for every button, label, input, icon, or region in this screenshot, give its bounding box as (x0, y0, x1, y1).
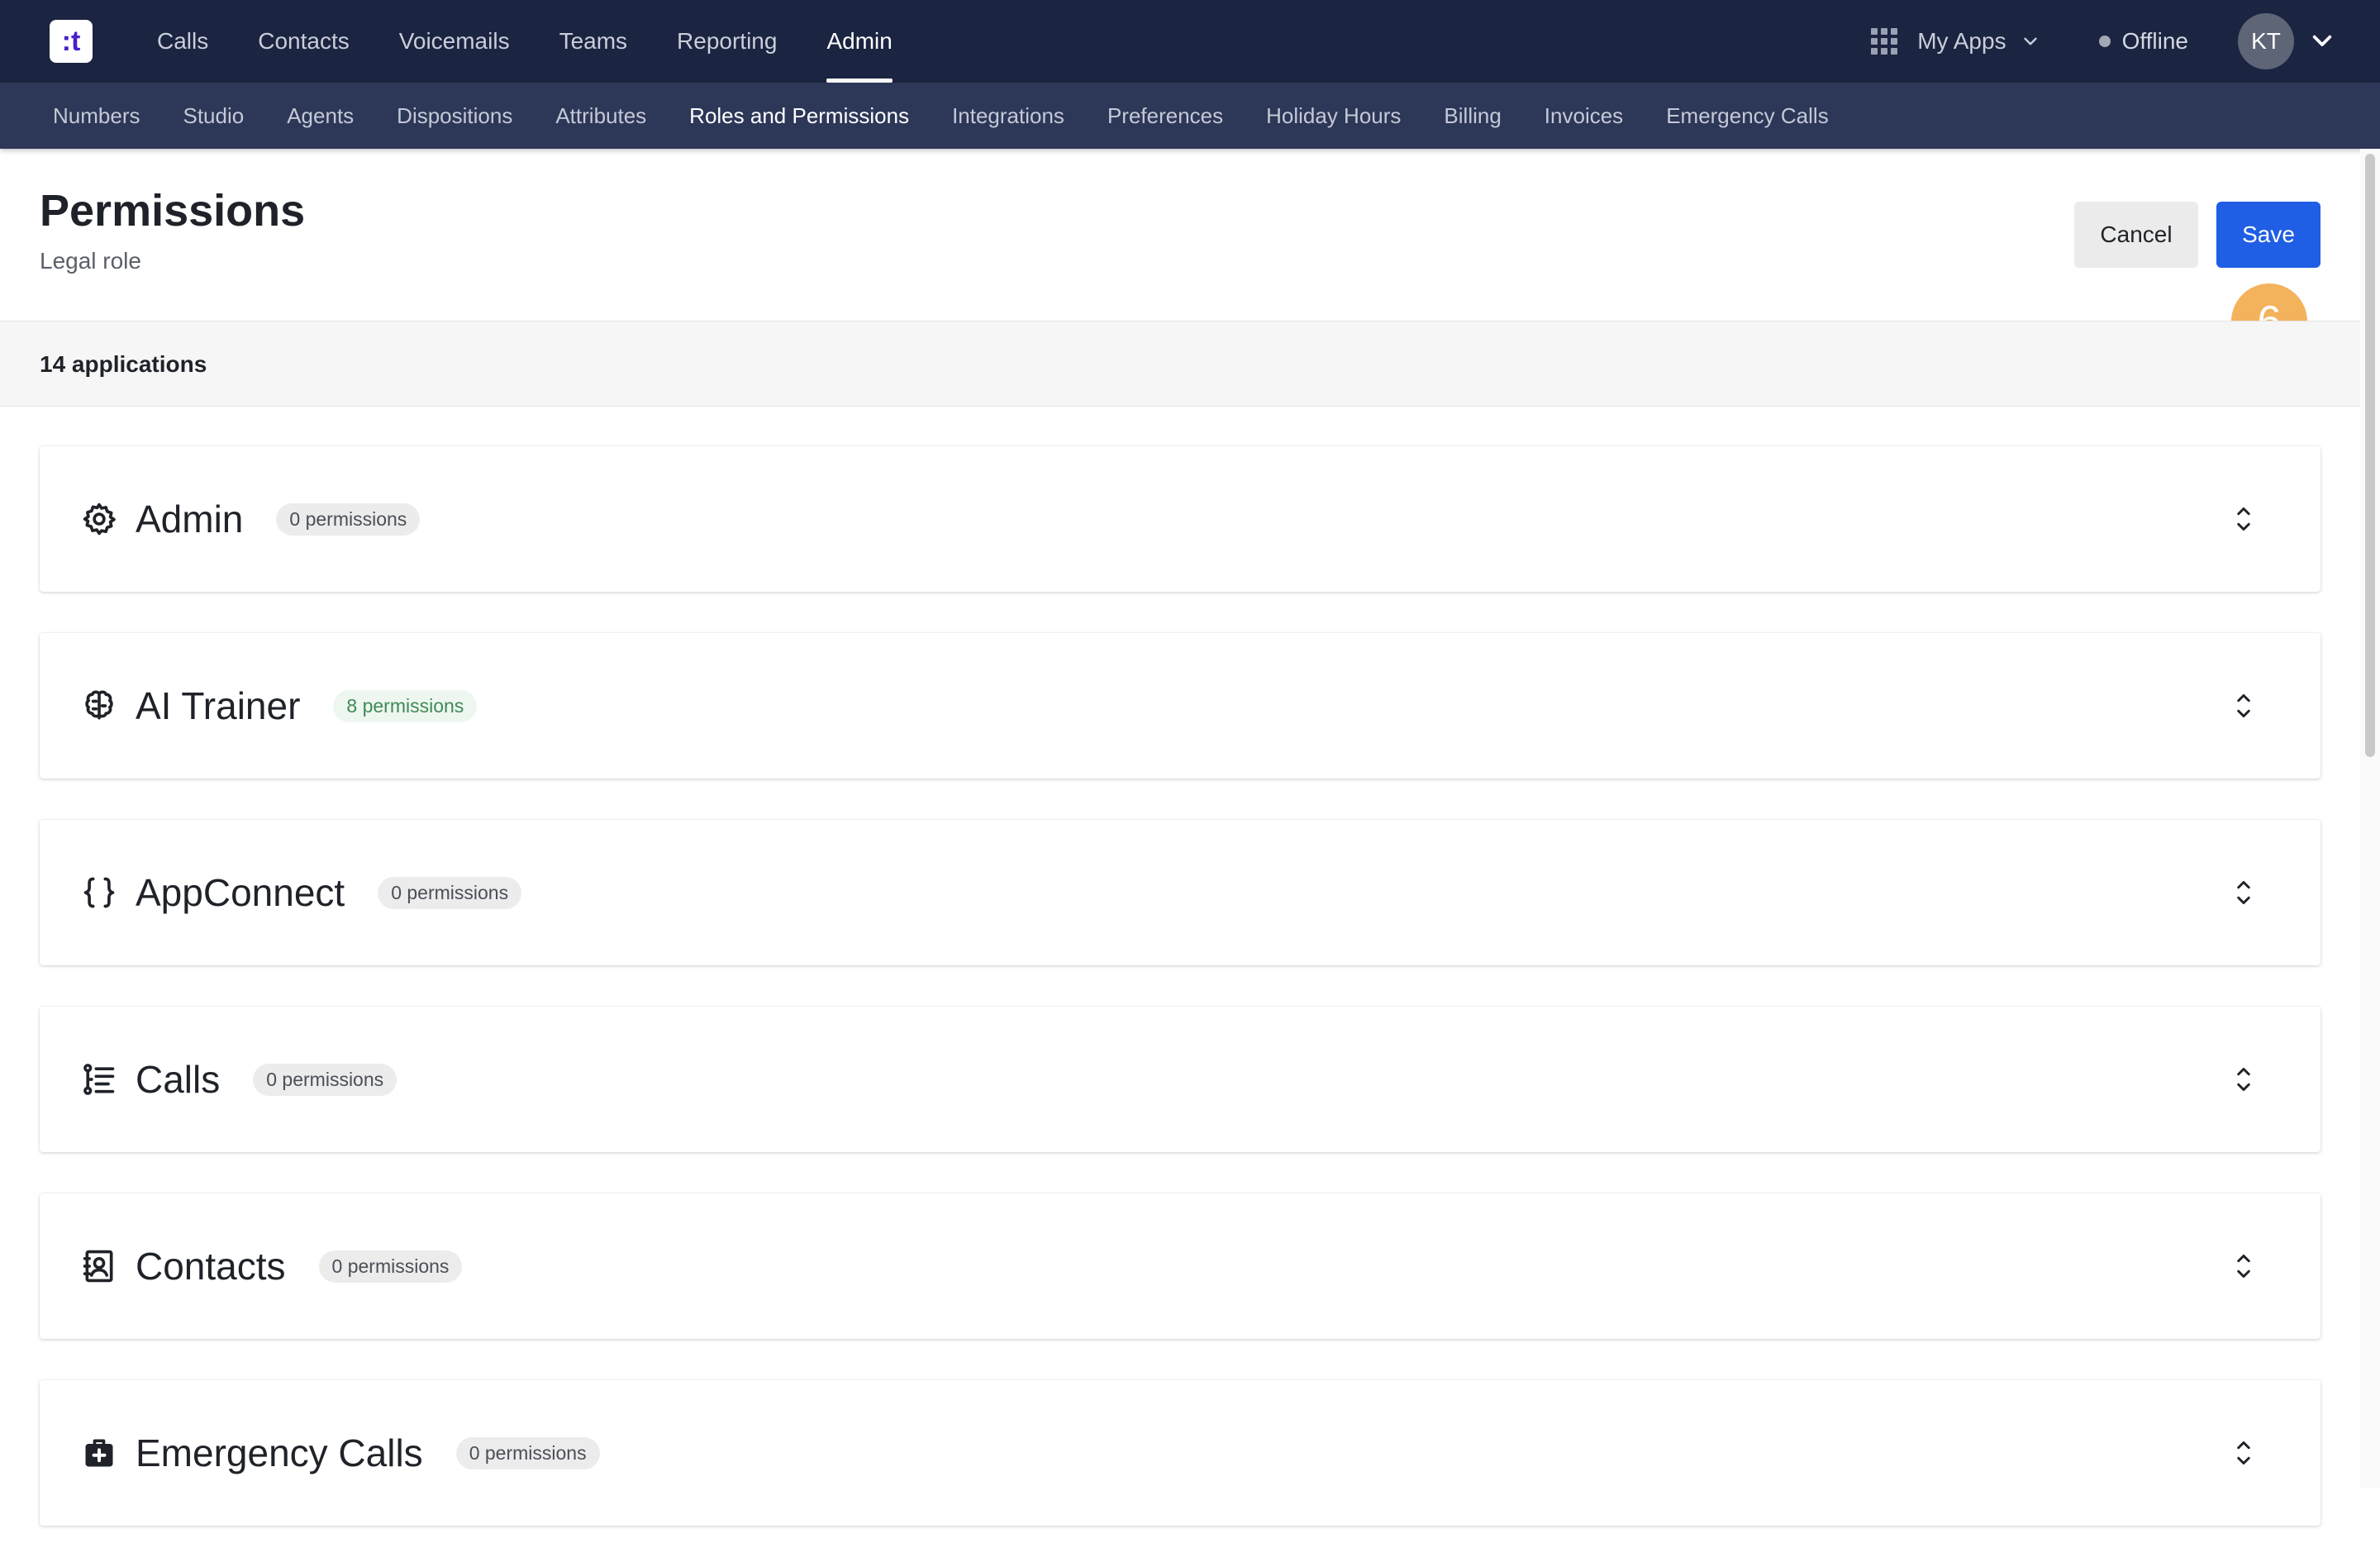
status-dot-icon (2098, 36, 2111, 47)
my-apps-menu[interactable]: My Apps (1871, 28, 2040, 55)
application-card-calls[interactable]: Calls 0 permissions (40, 1007, 2320, 1152)
subnav-item-integrations[interactable]: Integrations (931, 103, 1086, 129)
gear-icon (81, 501, 117, 537)
medical-kit-icon (81, 1435, 117, 1471)
subnav-item-invoices[interactable]: Invoices (1523, 103, 1645, 129)
applications-count-strip: 14 applications (0, 321, 2360, 407)
expand-collapse-icon[interactable] (2231, 502, 2256, 536)
topnav-teams[interactable]: Teams (535, 0, 652, 83)
presence-status[interactable]: Offline (2098, 28, 2188, 55)
expand-collapse-icon[interactable] (2231, 876, 2256, 909)
app-grid-icon (1871, 28, 1898, 55)
topnav-voicemails[interactable]: Voicemails (374, 0, 535, 83)
page-title: Permissions (40, 186, 306, 236)
admin-tabs: Numbers Studio Agents Dispositions Attribute… (0, 103, 1850, 129)
application-permission-list: Admin 0 permissions AI Trainer 8 permission… (40, 446, 2320, 1567)
subnav-item-agents[interactable]: Agents (265, 103, 375, 129)
subnav-item-roles-and-permissions[interactable]: Roles and Permissions (668, 103, 931, 129)
permissions-count-badge: 0 permissions (276, 502, 421, 536)
application-card-appconnect[interactable]: AppConnect 0 permissions (40, 820, 2320, 965)
primary-nav: Calls Contacts Voicemails Teams Reporting Adm… (132, 0, 917, 83)
applications-count: 14 applications (40, 351, 207, 377)
permissions-count-badge: 0 permissions (378, 876, 522, 909)
expand-collapse-icon[interactable] (2231, 1250, 2256, 1283)
scrollbar-thumb[interactable] (2365, 154, 2375, 757)
app-logo[interactable]: :t (50, 20, 93, 63)
avatar[interactable]: KT (2238, 13, 2294, 69)
account-menu-chevron-icon[interactable] (2309, 28, 2335, 55)
expand-collapse-icon[interactable] (2231, 1436, 2256, 1469)
permissions-count-badge: 8 permissions (333, 689, 478, 722)
application-card-ai-trainer[interactable]: AI Trainer 8 permissions (40, 633, 2320, 779)
cancel-button[interactable]: Cancel (2074, 202, 2198, 268)
subnav-item-dispositions[interactable]: Dispositions (375, 103, 534, 129)
subnav-item-holiday-hours[interactable]: Holiday Hours (1245, 103, 1422, 129)
subnav-item-preferences[interactable]: Preferences (1086, 103, 1245, 129)
subnav-item-numbers[interactable]: Numbers (31, 103, 161, 129)
admin-sub-navigation: Numbers Studio Agents Dispositions Attribute… (0, 83, 2380, 149)
topnav-admin[interactable]: Admin (802, 0, 916, 83)
application-card-emergency-calls[interactable]: Emergency Calls 0 permissions (40, 1380, 2320, 1526)
permissions-count-badge: 0 permissions (253, 1063, 397, 1096)
permissions-count-badge: 0 permissions (455, 1436, 600, 1469)
brain-icon (81, 688, 117, 724)
subnav-item-billing[interactable]: Billing (1422, 103, 1522, 129)
topnav-reporting[interactable]: Reporting (652, 0, 802, 83)
permissions-count-badge: 0 permissions (318, 1250, 463, 1283)
application-card-admin[interactable]: Admin 0 permissions (40, 446, 2320, 592)
chevron-down-icon (2023, 37, 2037, 45)
expand-collapse-icon[interactable] (2231, 689, 2256, 722)
braces-icon (81, 874, 117, 911)
topnav-calls[interactable]: Calls (132, 0, 233, 83)
top-right-controls: My Apps Offline KT (1871, 0, 2380, 83)
save-button[interactable]: Save (2216, 202, 2320, 268)
page-subtitle: Legal role (40, 248, 141, 274)
application-title: Calls (136, 1058, 221, 1101)
subnav-item-emergency-calls[interactable]: Emergency Calls (1645, 103, 1850, 129)
application-title: Contacts (136, 1245, 286, 1288)
topnav-contacts[interactable]: Contacts (233, 0, 374, 83)
application-title: Admin (136, 498, 244, 541)
application-title: Emergency Calls (136, 1431, 423, 1474)
expand-collapse-icon[interactable] (2231, 1063, 2256, 1096)
call-list-icon (81, 1061, 117, 1098)
subnav-item-attributes[interactable]: Attributes (534, 103, 668, 129)
status-label: Offline (2121, 28, 2188, 54)
application-title: AI Trainer (136, 684, 301, 727)
application-card-contacts[interactable]: Contacts 0 permissions (40, 1193, 2320, 1339)
top-navigation-bar: :t Calls Contacts Voicemails Teams Reporting… (0, 0, 2380, 83)
subnav-item-studio[interactable]: Studio (161, 103, 265, 129)
application-title: AppConnect (136, 871, 345, 914)
contact-book-icon (81, 1248, 117, 1284)
my-apps-label: My Apps (1917, 28, 2006, 54)
